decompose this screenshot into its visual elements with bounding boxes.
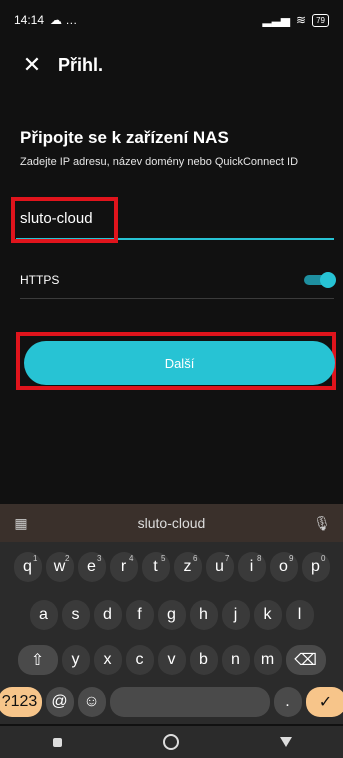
key-secondary-label: 2 [65,554,70,563]
header-title: Přihl. [58,54,104,75]
key-secondary-label: 7 [225,554,230,563]
close-button[interactable]: ✕ [10,45,54,85]
key-label: i [249,558,254,575]
key-secondary-label: 6 [193,554,198,563]
key-secondary-label: 0 [321,554,326,563]
back-button[interactable] [266,726,306,758]
suggestion-bar: ▦ sluto-cloud 🎙 [0,504,343,542]
key-h[interactable]: h [189,600,218,630]
space-key[interactable] [109,687,270,717]
key-f[interactable]: f [125,600,154,630]
key-label: e [87,558,96,575]
close-icon: ✕ [22,52,42,77]
key-w[interactable]: w2 [45,552,74,582]
key-label: r [120,558,127,575]
page-subtitle: Zadejte IP adresu, název domény nebo Qui… [20,156,299,168]
key-s[interactable]: s [61,600,90,630]
key-secondary-label: 8 [257,554,262,563]
key-v[interactable]: v [157,645,186,675]
key-label: w [53,558,66,575]
key-r[interactable]: r4 [109,552,138,582]
key-label: o [279,558,288,575]
key-label: q [23,558,32,575]
input-highlight-box [11,197,118,243]
key-k[interactable]: k [253,600,282,630]
https-label: HTTPS [20,273,60,287]
key-m[interactable]: m [253,645,282,675]
screen: 14:14 ☁ … ▂▃▅ ≋ 79 ✕ Přihl. Připojte se … [0,0,343,758]
toggle-knob [320,272,336,288]
status-left: 14:14 ☁ … [14,13,77,27]
keyboard-row-3: ⇧ yxcvbnm ⌫ [0,645,343,683]
num-key[interactable]: ?123 [0,687,42,717]
keyboard-row-1: q1w2e3r4t5z6u7i8o9p0 [0,552,343,590]
key-q[interactable]: q1 [13,552,42,582]
grid-icon[interactable]: ▦ [12,514,30,532]
key-d[interactable]: d [93,600,122,630]
key-t[interactable]: t5 [141,552,170,582]
recent-apps-button[interactable] [37,726,77,758]
https-row: HTTPS [20,262,336,299]
key-c[interactable]: c [125,645,154,675]
key-o[interactable]: o9 [269,552,298,582]
key-b[interactable]: b [189,645,218,675]
recent-apps-icon [52,737,62,747]
key-label: p [311,558,320,575]
at-key[interactable]: @ [45,687,74,717]
status-time: 14:14 [14,13,45,27]
key-j[interactable]: j [221,600,250,630]
system-nav-bar [0,726,343,758]
key-label: t [153,558,158,575]
signal-icon: ▂▃▅ [262,13,291,27]
next-button[interactable]: Další [24,341,335,385]
emoji-key[interactable]: ☺ [77,687,106,717]
status-extra: ☁ … [50,13,78,27]
key-secondary-label: 1 [33,554,38,563]
app-header: ✕ Přihl. [0,45,343,85]
battery-level: 79 [316,15,325,25]
https-toggle[interactable] [304,272,336,288]
dot-key[interactable]: . [273,687,302,717]
shift-key[interactable]: ⇧ [17,645,58,675]
key-u[interactable]: u7 [205,552,234,582]
wifi-icon: ≋ [296,13,307,27]
key-secondary-label: 9 [289,554,294,563]
key-x[interactable]: x [93,645,122,675]
key-g[interactable]: g [157,600,186,630]
page-title: Připojte se k zařízení NAS [20,128,229,147]
key-n[interactable]: n [221,645,250,675]
home-button[interactable] [151,726,191,758]
keyboard-row-4: ?123 @ ☺ . ✓ [0,687,343,725]
key-i[interactable]: i8 [237,552,266,582]
key-label: u [215,558,224,575]
done-key[interactable]: ✓ [305,687,343,717]
keyboard-letters-row-3: yxcvbnm [61,645,282,683]
key-secondary-label: 3 [97,554,102,563]
key-secondary-label: 5 [161,554,166,563]
back-icon [279,737,292,747]
home-icon [163,734,180,750]
status-bar: 14:14 ☁ … ▂▃▅ ≋ 79 [0,0,343,40]
keyboard: ▦ sluto-cloud 🎙 q1w2e3r4t5z6u7i8o9p0 asd… [0,504,343,724]
key-a[interactable]: a [29,600,58,630]
key-l[interactable]: l [285,600,314,630]
mic-icon[interactable]: 🎙 [313,514,331,532]
battery-icon: 79 [312,13,329,27]
key-secondary-label: 4 [129,554,134,563]
key-label: z [183,558,192,575]
status-right: ▂▃▅ ≋ 79 [262,13,329,27]
keyboard-row-2: asdfghjkl [0,600,343,638]
suggestion-text[interactable]: sluto-cloud [138,515,206,531]
backspace-key[interactable]: ⌫ [285,645,326,675]
key-y[interactable]: y [61,645,90,675]
key-z[interactable]: z6 [173,552,202,582]
main-content: Připojte se k zařízení NAS Zadejte IP ad… [20,120,335,169]
key-e[interactable]: e3 [77,552,106,582]
key-p[interactable]: p0 [301,552,330,582]
